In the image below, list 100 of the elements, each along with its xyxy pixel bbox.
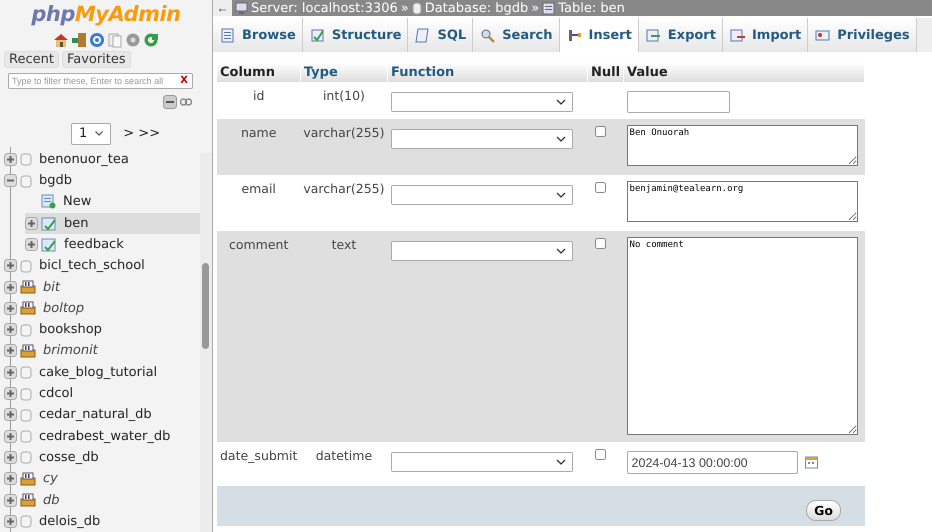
card-icon: [815, 28, 830, 42]
box-icon: [20, 301, 36, 316]
null-checkbox[interactable]: [594, 126, 606, 137]
tree-item-label[interactable]: cosse_db: [39, 450, 99, 465]
tab[interactable]: Import: [722, 18, 808, 52]
back-button[interactable]: ←: [213, 0, 232, 16]
insert-icon: [566, 28, 582, 42]
tab[interactable]: Structure: [302, 18, 408, 52]
server-icon: [235, 2, 248, 14]
null-checkbox[interactable]: [594, 182, 606, 193]
tab[interactable]: Browse: [213, 18, 303, 52]
null-checkbox[interactable]: [594, 238, 606, 249]
chevron-down-icon: [556, 99, 566, 105]
tree-item-label[interactable]: bgdb: [39, 173, 72, 188]
database-icon: [20, 258, 32, 273]
chevron-down-icon: [556, 248, 566, 254]
null-checkbox[interactable]: [594, 449, 606, 460]
box-icon: [20, 493, 36, 508]
breadcrumb-separator: »: [531, 0, 540, 16]
go-button[interactable]: Go: [806, 500, 841, 520]
date-field[interactable]: 2024-04-13 00:00:00: [626, 451, 798, 474]
list-icon: [220, 28, 235, 42]
breadcrumb-link[interactable]: Table: ben: [558, 0, 625, 16]
column-header-link[interactable]: Function: [388, 62, 588, 82]
sidebar-tab[interactable]: Recent: [4, 51, 59, 68]
link-icon: [180, 98, 192, 106]
breadcrumb-link[interactable]: Database: bgdb: [424, 0, 528, 16]
column-header: Null: [588, 62, 624, 82]
tree-item-label[interactable]: bicl_tech_school: [39, 258, 145, 274]
collapse-icon: [163, 94, 177, 109]
database-icon: [20, 174, 32, 188]
database-icon: [20, 152, 32, 166]
tree-item-label[interactable]: ben: [64, 216, 88, 231]
chevron-down-icon: [556, 192, 566, 198]
function-select[interactable]: [390, 92, 572, 112]
tree-item-label[interactable]: cedar_natural_db: [39, 407, 152, 422]
tree-item-label[interactable]: cake_blog_tutorial: [39, 364, 158, 380]
new-table-icon: [41, 194, 56, 210]
column-header-link[interactable]: Type: [300, 62, 388, 82]
breadcrumb-link[interactable]: Server: localhost:3306: [251, 0, 398, 16]
database-icon: [20, 429, 32, 444]
tree-item-label[interactable]: bookshop: [39, 322, 102, 338]
database-icon: [20, 450, 32, 464]
table-icon: [41, 216, 57, 231]
tree-item-label[interactable]: brimonit: [43, 343, 98, 358]
tab[interactable]: Insert: [560, 18, 639, 52]
table-cell: id: [217, 82, 300, 119]
value-field[interactable]: Ben Onuorah: [626, 125, 858, 166]
table-cell: varchar(255): [300, 119, 388, 175]
function-select[interactable]: [390, 185, 572, 205]
table-icon: [41, 236, 57, 252]
function-select[interactable]: [390, 129, 572, 149]
chevron-down-icon: [556, 459, 566, 465]
column-header: Column: [217, 62, 300, 82]
table-cell: varchar(255): [300, 175, 388, 231]
logo[interactable]: phpMyAdmin: [31, 2, 181, 26]
box-icon: [20, 280, 36, 294]
reload-icon: [143, 32, 159, 48]
value-field[interactable]: [626, 91, 730, 113]
tree-item-label[interactable]: feedback: [64, 236, 124, 252]
function-select[interactable]: [390, 452, 572, 472]
database-icon: [412, 2, 422, 14]
table-icon: [542, 2, 556, 14]
database-icon: [20, 365, 32, 380]
box-icon: [20, 344, 36, 358]
box-icon: [20, 472, 36, 486]
filter-field[interactable]: Type to filter these, Enter to search all X: [8, 73, 193, 89]
tab[interactable]: Export: [638, 18, 723, 52]
documents-icon: [107, 32, 123, 48]
tree-item-label[interactable]: cy: [43, 471, 58, 486]
database-icon: [20, 386, 32, 401]
import-icon: [730, 28, 745, 42]
tree-item-label[interactable]: benonuor_tea: [39, 152, 129, 167]
tab[interactable]: Search: [473, 18, 560, 52]
tree-item-highlight[interactable]: ben: [25, 212, 200, 234]
next-page-link[interactable]: > >>: [123, 126, 160, 142]
table-cell: email: [217, 175, 300, 231]
function-select[interactable]: [390, 241, 572, 261]
tree-item-label[interactable]: delois_db: [39, 514, 100, 529]
home-icon: [53, 32, 69, 48]
tree-item-label[interactable]: bit: [43, 280, 60, 295]
chevron-down-icon: [95, 131, 104, 136]
sidebar-tab[interactable]: Favorites: [62, 51, 131, 68]
tree-item-label[interactable]: db: [43, 492, 60, 508]
value-field[interactable]: benjamin@tealearn.org: [626, 181, 858, 222]
tree-item-label[interactable]: cedrabest_water_db: [39, 428, 170, 444]
tree-item-label[interactable]: cdcol: [39, 386, 74, 402]
scrollbar-thumb[interactable]: [202, 262, 209, 349]
scrollbar[interactable]: [200, 152, 212, 532]
exit-door-icon: [71, 32, 87, 48]
chevron-down-icon: [556, 136, 566, 142]
tree-item-label[interactable]: boltop: [43, 300, 84, 316]
clear-button[interactable]: X: [180, 75, 192, 86]
tree-item-label[interactable]: New: [63, 194, 92, 210]
value-field[interactable]: No comment: [626, 237, 858, 435]
tab[interactable]: SQL: [408, 18, 474, 52]
calendar-icon[interactable]: [804, 456, 818, 469]
tab[interactable]: Privileges: [808, 18, 917, 52]
structure-icon: [310, 28, 325, 42]
page-select[interactable]: 1: [71, 122, 112, 145]
